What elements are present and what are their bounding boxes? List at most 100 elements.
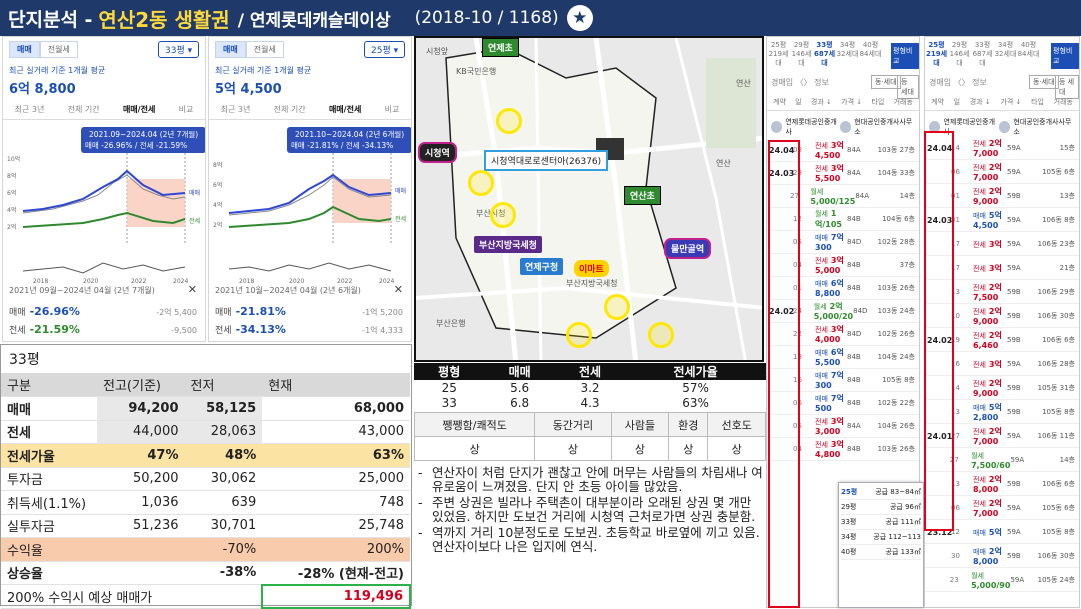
station-tag[interactable]: 시청역	[418, 142, 457, 163]
size-tab[interactable]: 29평 146세대	[790, 41, 813, 68]
table-row: 투자금 50,200 30,062 25,000	[1, 467, 410, 491]
deal-price: 전세 2억 8,000	[973, 475, 1002, 494]
legend-sale: 매매	[395, 187, 406, 195]
star-icon[interactable]: ★	[566, 5, 593, 31]
deal-price: 전세 3억 4,000	[815, 325, 844, 344]
filter-button[interactable]: 등 세대	[1055, 75, 1079, 99]
tab-sale-jeonse[interactable]: 매매/전세	[123, 104, 155, 115]
period-text: 2021년 10월~2024년 04월 (2년 6개월)	[215, 286, 361, 295]
map-label: 연산	[716, 159, 731, 168]
tab-sale[interactable]: 매매	[215, 41, 246, 58]
note-item: 주변 상권은 빌라나 주택촌이 대부분이라 오래된 상권 몇 개만 있었음. 하…	[418, 496, 764, 524]
deal-price: 월세5,000/90	[971, 571, 1011, 590]
size-tab[interactable]: 33평 687세대	[813, 41, 836, 68]
map-label: 연산	[736, 79, 751, 88]
deal-price: 전세 3억 3,000	[815, 417, 844, 436]
list-item[interactable]: 30 매매 2억 8,000 59B 106동 30층	[925, 545, 1079, 568]
size-tab[interactable]: 25평 219세대	[925, 41, 948, 68]
highlight-frame	[924, 131, 954, 531]
agent[interactable]: 현대공인중개사사무소	[839, 117, 915, 137]
x-tick: 2024	[173, 278, 188, 283]
x-tick: 2018	[33, 278, 48, 283]
tab-compare[interactable]: 비교	[179, 104, 194, 115]
map-roads	[416, 38, 762, 360]
y-tick: 10억	[7, 155, 20, 163]
school-tag[interactable]: 연제초	[482, 38, 519, 57]
tab-sale[interactable]: 매매	[9, 41, 40, 58]
tab-all-period[interactable]: 전체 기간	[274, 104, 306, 115]
table-row: 실투자금 51,236 30,701 25,748	[1, 514, 410, 538]
school-tag[interactable]: 연산초	[624, 186, 661, 205]
sale-change-row: 매매 -21.81% -1억 5,200	[215, 305, 403, 318]
column-headers: 계약 일 경과 ↓ 가격 ↓ 타입 거래동	[767, 97, 919, 111]
tab-rent[interactable]: 전월세	[39, 41, 78, 58]
tax-office-tag[interactable]: 부산지방국세청	[474, 236, 542, 253]
compare-button[interactable]: 평형비교	[1051, 43, 1079, 69]
close-icon[interactable]: ✕	[394, 283, 403, 296]
y-tick: 2억	[213, 221, 222, 229]
change-area	[127, 179, 185, 227]
complex-marker[interactable]	[566, 322, 592, 348]
tab-recent-3y[interactable]: 최근 3년	[221, 104, 251, 115]
tab-recent-3y[interactable]: 최근 3년	[15, 104, 45, 115]
mart-tag[interactable]: 이마트	[574, 260, 609, 277]
chart-tabs: 최근 3년 전체 기간 매매/전세 비교	[209, 104, 411, 120]
size-tab[interactable]: 29평 146세대	[948, 41, 971, 68]
table-header: 평형 매매 전세 전세가율	[414, 363, 766, 380]
agent[interactable]: 현대공인중개사사무소	[998, 117, 1075, 137]
avatar	[771, 121, 783, 133]
station-tag[interactable]: 물만골역	[664, 238, 712, 259]
size-tab[interactable]: 34평 32세대	[994, 41, 1017, 68]
tab-rent[interactable]: 전월세	[245, 41, 284, 58]
y-tick: 2억	[7, 223, 16, 231]
close-icon[interactable]: ✕	[188, 283, 197, 296]
complex-marker[interactable]	[490, 202, 516, 228]
tooltip-period: 2021.10~2024.04 (2년 6개월)	[295, 129, 404, 139]
district-office-tag[interactable]: 연제구청	[520, 258, 564, 275]
list-item[interactable]: 23 월세5,000/90 59A 105동 24층	[925, 569, 1079, 592]
x-tick: 2018	[239, 278, 254, 283]
tab-sale-jeonse[interactable]: 매매/전세	[329, 104, 361, 115]
deal-price: 매매 7억 300	[815, 233, 844, 252]
tab-all-period[interactable]: 전체 기간	[68, 104, 100, 115]
y-tick: 6억	[213, 181, 222, 189]
tab-compare[interactable]: 비교	[385, 104, 400, 115]
y-tick: 8억	[213, 161, 222, 169]
title-complex: / 연제롯데캐슬데이상	[237, 10, 391, 31]
price-chart: 2021.09~2024.04 (2년 7개월) 매매 -26.96% / 전세…	[7, 127, 205, 283]
map-label: 부산은행	[436, 319, 466, 328]
size-select[interactable]: 33평 ▾	[158, 41, 200, 58]
size-select[interactable]: 25평 ▾	[364, 41, 406, 58]
complex-marker[interactable]	[468, 170, 494, 196]
note-item: 연산자이 처럼 단지가 괜찮고 안에 머무는 사람들의 차림새나 여유로움이 느…	[418, 466, 764, 494]
deal-price: 매매 5억 4,500	[973, 211, 1002, 230]
column-headers: 계약 일 경과 ↓ 가격 ↓ 타입 거래동	[925, 97, 1079, 111]
size-tab[interactable]: 33평 687세대	[971, 41, 994, 68]
map-label: 시청앞	[426, 47, 449, 56]
deal-price: 전세 3억 5,500	[815, 164, 844, 183]
tooltip-text: 매매 -26.96% / 전세 -21.59%	[85, 140, 187, 150]
deal-price: 전세 3억	[973, 239, 1002, 249]
ratio-line	[228, 262, 392, 272]
filter-button[interactable]: 등 세대	[897, 75, 919, 99]
size-tab[interactable]: 40평 84세대	[859, 41, 882, 68]
center-tag[interactable]: 시청역대로로센터아(26376)	[484, 150, 609, 171]
complex-marker[interactable]	[648, 322, 674, 348]
location-map[interactable]: 시청앞 KB국민은행 연산 연산 부산시청 부산지방국세청 부산은행 연제초 연…	[414, 36, 764, 362]
size-tab[interactable]: 40평 84세대	[1017, 41, 1040, 68]
tooltip-text: 매매 -21.81% / 전세 -34.13%	[291, 140, 393, 150]
complex-marker[interactable]	[496, 108, 522, 134]
agent[interactable]: 연제롯데공인중개사	[771, 117, 840, 137]
deal-price: 전세 3억 5,000	[815, 256, 844, 275]
avg-price: 6억 8,800	[9, 82, 76, 97]
x-tick: 2020	[289, 278, 304, 283]
deal-price: 전세 2억 7,000	[973, 139, 1002, 158]
table-row: 25 5.6 3.2 57%	[441, 380, 709, 395]
avatar	[839, 121, 852, 133]
size-tab[interactable]: 34평 32세대	[836, 41, 859, 68]
deal-price: 전세 2억 7,000	[973, 499, 1002, 518]
compare-button[interactable]: 평형비교	[891, 43, 919, 69]
complex-marker[interactable]	[604, 294, 630, 320]
breadcrumb: 경매입 〈〉 정보	[929, 78, 987, 87]
size-tab[interactable]: 25평 219세대	[767, 41, 790, 68]
